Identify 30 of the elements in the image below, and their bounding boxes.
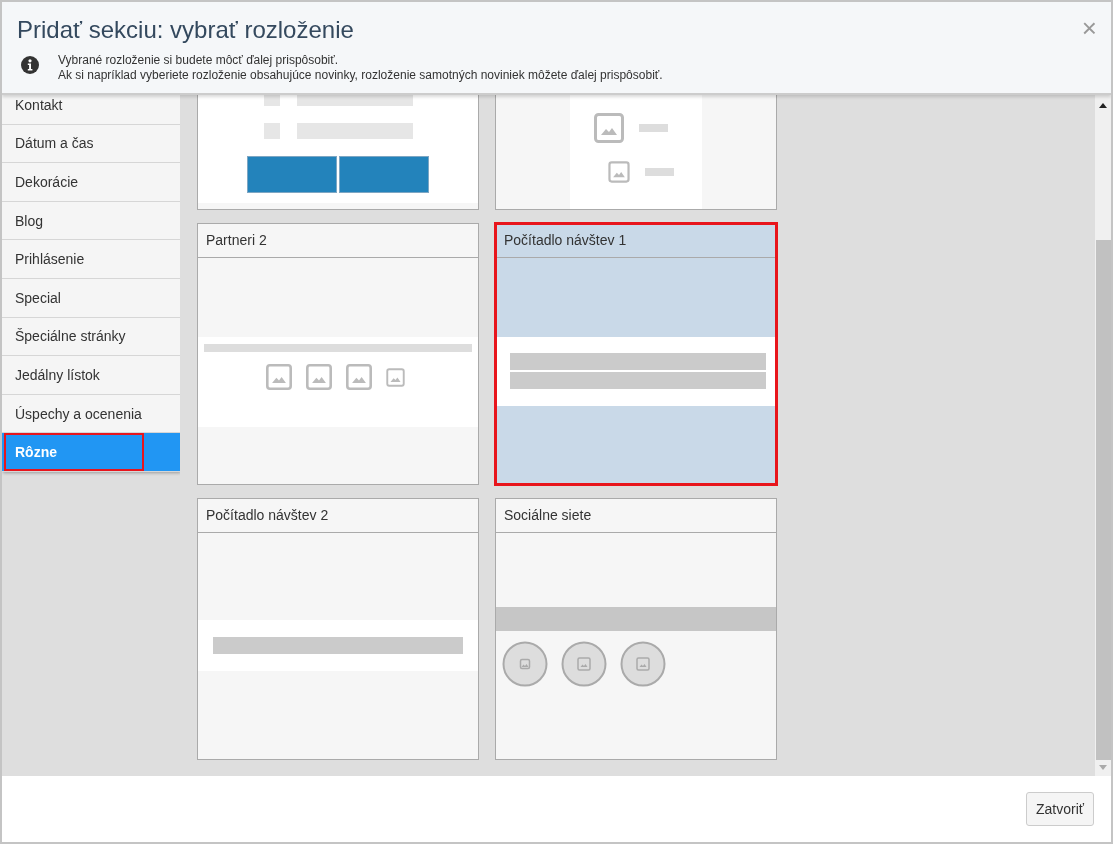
layout-title: Počítadlo návštev 2 <box>206 507 329 523</box>
category-label: Special <box>14 288 62 308</box>
layout-card[interactable]: Sociálne siete <box>495 498 777 760</box>
layout-card[interactable]: Počítadlo návštev 2 <box>197 498 479 760</box>
category-item[interactable]: Kontakt <box>2 95 180 125</box>
category-label: Prihlásenie <box>14 250 86 270</box>
category-item[interactable]: Špeciálne stránky <box>2 317 180 357</box>
category-label: Rôzne <box>4 433 144 472</box>
info-text: Vybrané rozloženie si budete môcť ďalej prispôsobiť. <box>58 53 340 68</box>
category-item[interactable]: Dekorácie <box>2 163 180 202</box>
category-item[interactable]: Special <box>2 278 180 318</box>
category-label: Jedálny lístok <box>14 365 101 385</box>
category-item[interactable]: Dátum a čas <box>2 124 180 164</box>
category-label: Dátum a čas <box>14 134 95 154</box>
category-label: Dekorácie <box>14 173 80 192</box>
category-item[interactable]: Prihlásenie <box>2 240 180 279</box>
layout-title: Partneri 2 <box>206 232 267 248</box>
layout-title: Počítadlo návštev 1 <box>504 232 627 248</box>
layout-card[interactable]: Počítadlo návštev 1 <box>495 223 777 485</box>
close-dialog-button[interactable]: Zatvoriť <box>1025 792 1094 826</box>
category-label: Špeciálne stránky <box>14 327 127 347</box>
layout-card[interactable]: Partneri 2 <box>197 223 479 485</box>
category-item[interactable]: Blog <box>2 201 180 241</box>
category-label: Úspechy a ocenenia <box>14 404 143 424</box>
dialog-title: Pridať sekciu: vybrať rozloženie <box>17 16 354 44</box>
category-item[interactable]: Jedálny lístok <box>2 356 180 395</box>
layout-title: Sociálne siete <box>504 507 592 523</box>
category-label: Blog <box>14 211 45 231</box>
info-text: Ak si napríklad vyberiete rozloženie obsahujúce novinky, rozloženie samotných noviniek môžete ďalej prispôsobiť. <box>58 68 663 83</box>
category-label: Kontakt <box>14 95 64 115</box>
